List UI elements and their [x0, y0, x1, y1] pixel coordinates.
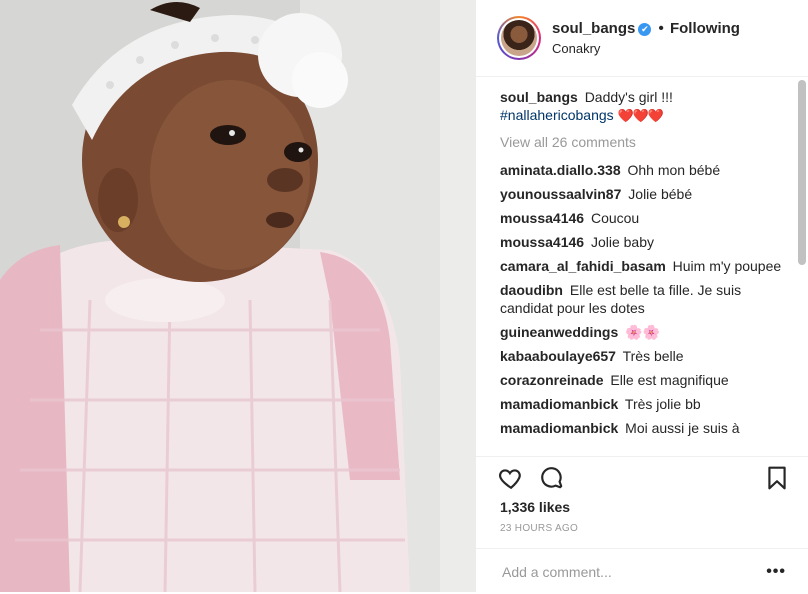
comment-item: moussa4146 Coucou — [500, 209, 782, 227]
comment-text: 🌸🌸 — [625, 324, 660, 340]
comment-text: Ohh mon bébé — [627, 162, 721, 178]
comment-username[interactable]: kabaaboulaye657 — [500, 348, 616, 364]
caption-username[interactable]: soul_bangs — [500, 89, 578, 105]
comment-icon[interactable] — [539, 465, 565, 491]
comment-username[interactable]: daoudibn — [500, 282, 563, 298]
comment-item: mamadiomanbick Moi aussi je suis à — [500, 419, 782, 437]
add-comment-input[interactable] — [500, 562, 754, 582]
comments-list[interactable]: soul_bangs Daddy's girl !!! #nallaherico… — [500, 88, 782, 458]
add-comment-bar: ••• — [476, 548, 808, 594]
comment-item: mamadiomanbick Très jolie bb — [500, 395, 782, 413]
verified-icon: ✔ — [638, 23, 652, 36]
post-details-panel: soul_bangs ✔ • Following Conakry soul_ban… — [476, 0, 808, 592]
baby-photo-illustration — [0, 0, 476, 592]
comment-item: guineanweddings 🌸🌸 — [500, 323, 782, 341]
separator-dot: • — [658, 20, 664, 37]
comment-username[interactable]: guineanweddings — [500, 324, 618, 340]
comment-username[interactable]: aminata.diallo.338 — [500, 162, 621, 178]
caption-text: Daddy's girl !!! — [584, 89, 673, 105]
heart-icon[interactable] — [498, 465, 524, 491]
comment-username[interactable]: camara_al_fahidi_basam — [500, 258, 666, 274]
post-header: soul_bangs ✔ • Following Conakry — [476, 0, 808, 77]
comment-username[interactable]: corazonreinade — [500, 372, 603, 388]
comment-text: Huim m'y poupee — [672, 258, 782, 274]
comment-item: moussa4146 Jolie baby — [500, 233, 782, 251]
comment-text: Moi aussi je suis à — [625, 420, 740, 436]
likes-count[interactable]: 1,336 likes — [500, 499, 570, 515]
caption-hashtag[interactable]: #nallahericobangs — [500, 107, 614, 123]
comment-username[interactable]: mamadiomanbick — [500, 396, 618, 412]
avatar[interactable] — [497, 16, 541, 60]
comment-text: Très jolie bb — [624, 396, 701, 412]
comment-username[interactable]: mamadiomanbick — [500, 420, 618, 436]
comment-text: Jolie baby — [590, 234, 654, 250]
comment-username[interactable]: younoussaalvin87 — [500, 186, 621, 202]
comments-scrollbar[interactable] — [798, 80, 806, 265]
comment-item: younoussaalvin87 Jolie bébé — [500, 185, 782, 203]
comment-username[interactable]: moussa4146 — [500, 234, 584, 250]
comment-text: Très belle — [622, 348, 684, 364]
comment-item: aminata.diallo.338 Ohh mon bébé — [500, 161, 782, 179]
comment-item: kabaaboulaye657 Très belle — [500, 347, 782, 365]
post-timestamp[interactable]: 23 HOURS AGO — [500, 523, 578, 534]
view-all-comments-link[interactable]: View all 26 comments — [500, 133, 782, 151]
bookmark-icon[interactable] — [764, 465, 790, 491]
comment-text: Coucou — [590, 210, 640, 226]
avatar-ring — [499, 18, 539, 58]
comment-item: daoudibn Elle est belle ta fille. Je sui… — [500, 281, 782, 317]
comment-item: corazonreinade Elle est magnifique — [500, 371, 782, 389]
header-username[interactable]: soul_bangs — [552, 20, 635, 37]
following-button[interactable]: Following — [670, 20, 740, 37]
comment-text: Elle est magnifique — [610, 372, 729, 388]
caption: soul_bangs Daddy's girl !!! #nallaherico… — [500, 88, 782, 125]
more-options-button[interactable]: ••• — [766, 563, 786, 581]
comment-text: Jolie bébé — [628, 186, 693, 202]
avatar-image — [501, 20, 537, 56]
header-user-line: soul_bangs ✔ • Following — [552, 20, 740, 37]
location-link[interactable]: Conakry — [552, 41, 600, 56]
caption-emoji: ❤️❤️❤️ — [617, 108, 665, 123]
comment-item: camara_al_fahidi_basam Huim m'y poupee — [500, 257, 782, 275]
post-photo[interactable] — [0, 0, 476, 592]
post-actions: 1,336 likes 23 HOURS AGO ••• — [476, 456, 808, 593]
comment-username[interactable]: moussa4146 — [500, 210, 584, 226]
